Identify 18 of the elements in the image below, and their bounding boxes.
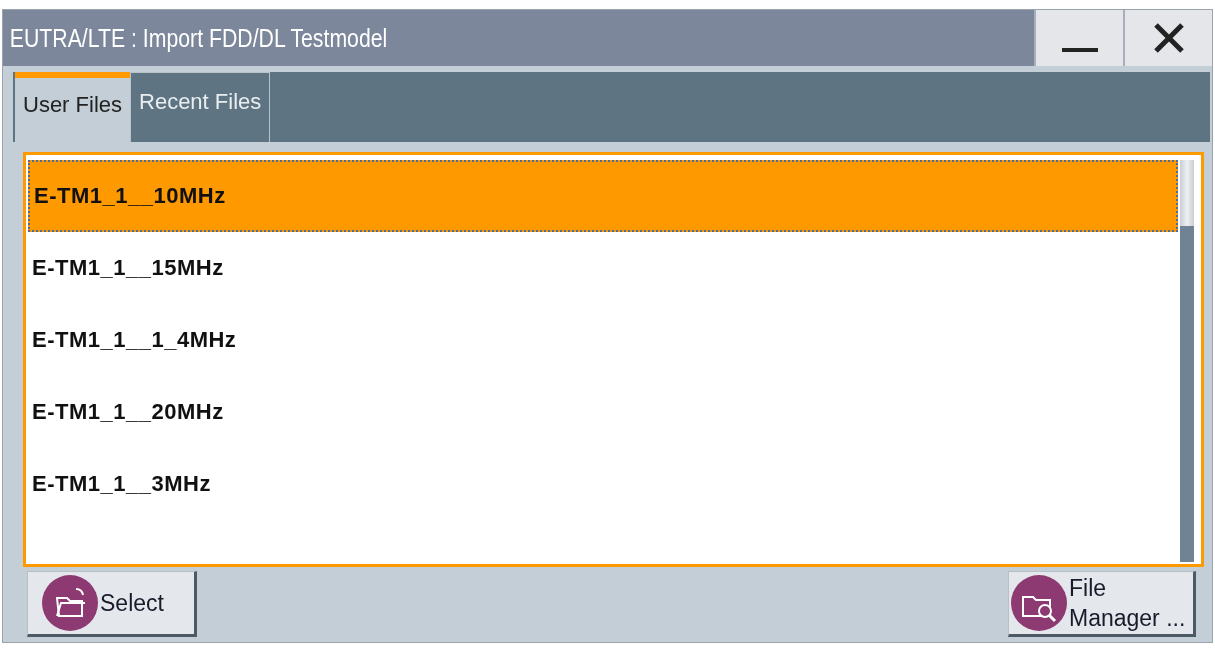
file-manager-button[interactable]: File Manager ... [1008,571,1196,637]
window-title: EUTRA/LTE : Import FDD/DL Testmodel [8,22,389,54]
file-list-item[interactable]: E-TM1_1__3MHz [28,448,1178,520]
close-button[interactable] [1123,10,1212,66]
file-list-item[interactable]: E-TM1_1__1_4MHz [28,304,1178,376]
minimize-icon [1061,48,1098,52]
file-list-item[interactable]: E-TM1_1__10MHz [28,160,1178,232]
scrollbar-thumb[interactable] [1180,160,1194,226]
tab[interactable]: Recent Files [130,72,271,142]
tab[interactable]: User Files [15,72,130,142]
file-list-item[interactable]: E-TM1_1__20MHz [28,376,1178,448]
folder-search-icon [1011,575,1067,631]
minimize-button[interactable] [1034,10,1123,66]
scrollbar[interactable] [1180,160,1194,562]
folder-icon [42,575,98,631]
close-icon [1151,21,1186,55]
file-list-item[interactable]: E-TM1_1__15MHz [28,232,1178,304]
select-button[interactable]: Select [27,571,197,637]
